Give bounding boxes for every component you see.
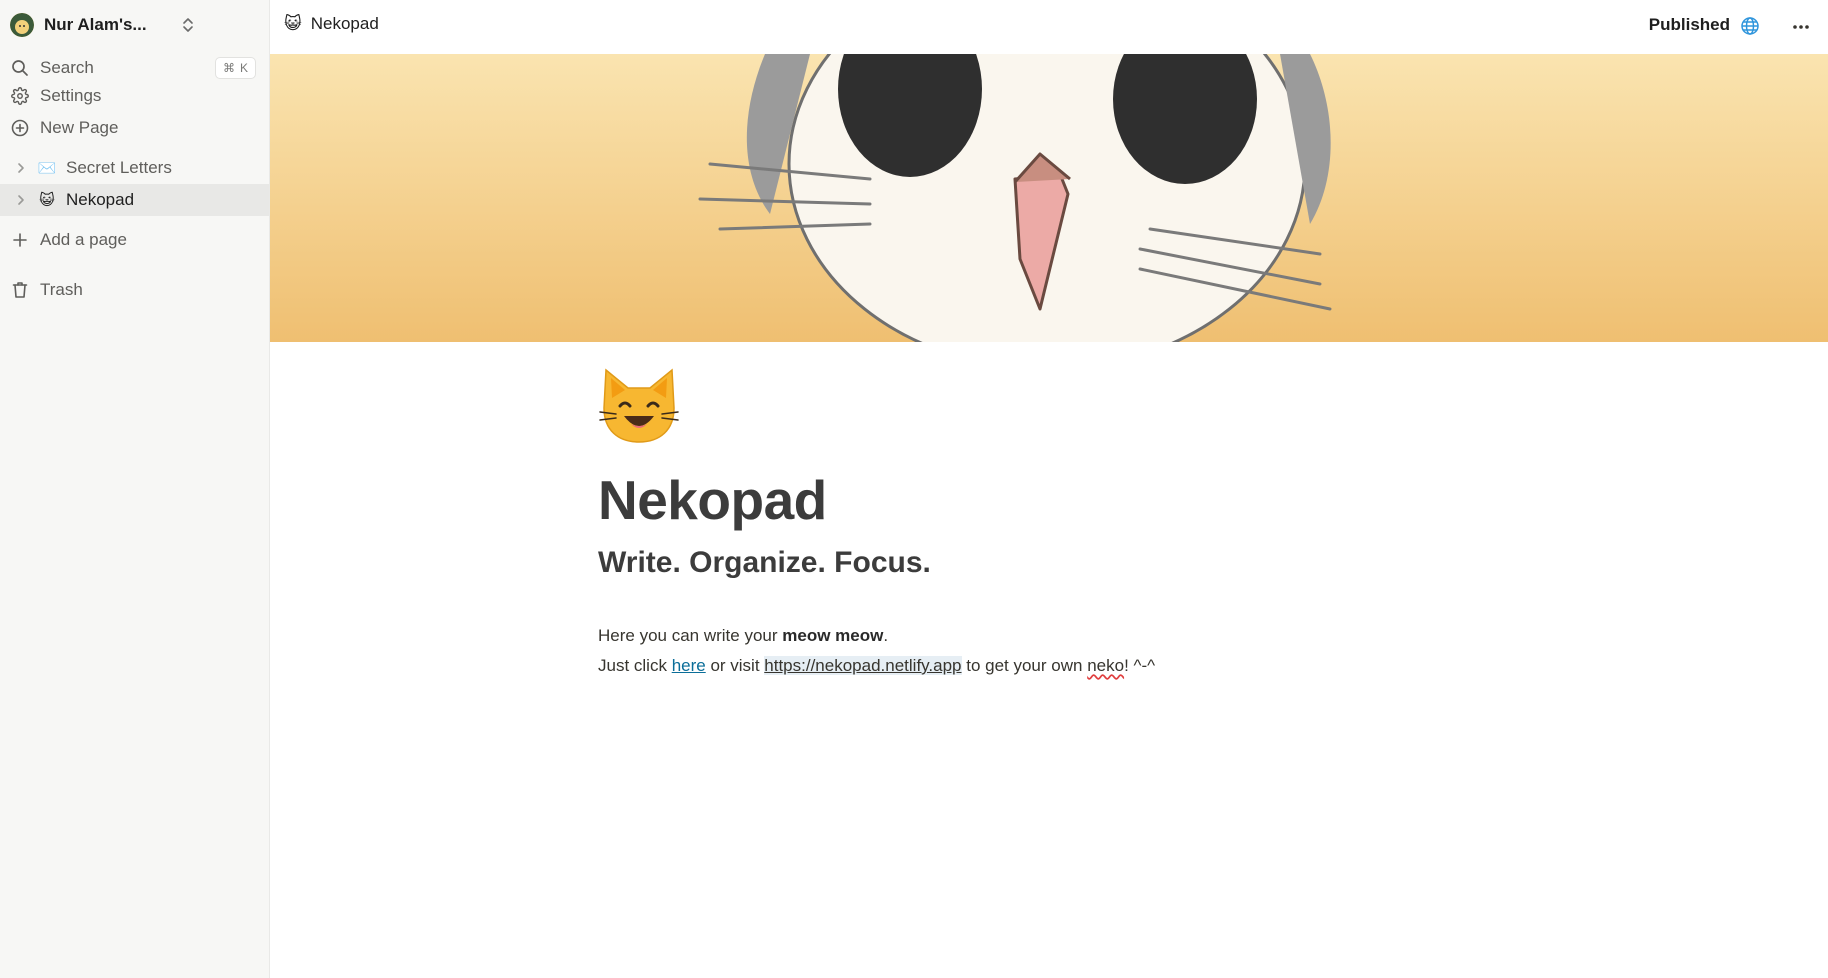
sidebar-item-secret-letters[interactable]: ✉️ Secret Letters	[0, 152, 269, 184]
page-title[interactable]: Nekopad	[598, 468, 827, 532]
workspace-avatar	[10, 13, 34, 37]
misspelled-word: neko	[1087, 656, 1125, 675]
trash-icon	[10, 280, 30, 300]
sidebar: Nur Alam's... Search ⌘ K Settings New Pa…	[0, 0, 270, 978]
more-horizontal-icon[interactable]	[1788, 14, 1814, 40]
search-label: Search	[40, 58, 94, 77]
published-button[interactable]: Published	[1649, 15, 1730, 35]
search-shortcut-key: K	[239, 61, 248, 75]
trash-label: Trash	[40, 280, 83, 299]
globe-icon[interactable]	[1740, 16, 1760, 36]
cat-face-icon	[599, 368, 679, 443]
chevron-right-icon[interactable]	[12, 162, 30, 174]
workspace-name: Nur Alam's...	[44, 15, 147, 34]
text-segment: to get your own	[961, 656, 1088, 675]
page-icon[interactable]	[598, 364, 680, 444]
search-icon	[10, 58, 30, 78]
text-segment: .	[883, 626, 889, 645]
paragraph-line-1[interactable]: Here you can write your meow meow.	[598, 626, 888, 646]
add-page-button[interactable]: Add a page	[10, 226, 260, 254]
top-bar: 😺 Nekopad Published	[270, 0, 1828, 54]
text-segment: Here you can write your	[598, 626, 783, 645]
search-shortcut: ⌘ K	[214, 57, 256, 79]
breadcrumb-label: Nekopad	[310, 14, 379, 33]
paragraph-line-2[interactable]: Just click here or visit https://nekopad…	[598, 656, 1155, 676]
text-segment: Just click	[598, 656, 672, 675]
settings-button[interactable]: Settings	[10, 82, 260, 110]
add-page-label: Add a page	[40, 230, 127, 249]
plus-icon	[10, 230, 30, 250]
text-segment: ! ^-^	[1124, 656, 1156, 675]
sidebar-item-label: Nekopad	[66, 190, 135, 209]
chevron-right-icon[interactable]	[12, 194, 30, 206]
new-page-label: New Page	[40, 118, 119, 137]
gear-icon	[10, 86, 30, 106]
cat-face-icon: 😺	[284, 14, 302, 33]
settings-label: Settings	[40, 86, 102, 105]
workspace-switcher[interactable]: Nur Alam's...	[10, 10, 260, 40]
page-subtitle[interactable]: Write. Organize. Focus.	[598, 546, 931, 580]
command-key-icon: ⌘	[222, 61, 235, 75]
chevron-up-down-icon[interactable]	[176, 13, 200, 37]
text-segment: or visit	[705, 656, 765, 675]
here-link[interactable]: here	[672, 656, 706, 675]
cover-image[interactable]	[270, 54, 1828, 342]
new-page-button[interactable]: New Page	[10, 114, 260, 142]
envelope-icon: ✉️	[37, 160, 57, 177]
sidebar-item-label: Secret Letters	[66, 158, 172, 177]
cover-cat-illustration	[270, 54, 1828, 342]
plus-circle-icon	[10, 118, 30, 138]
trash-button[interactable]: Trash	[10, 276, 260, 304]
breadcrumb[interactable]: 😺 Nekopad	[284, 14, 379, 34]
search-button[interactable]: Search ⌘ K	[10, 54, 260, 82]
sidebar-item-nekopad[interactable]: 😺 Nekopad	[0, 184, 269, 216]
nekopad-url-link[interactable]: https://nekopad.netlify.app	[764, 656, 962, 675]
cat-face-icon: 😺	[39, 192, 55, 209]
bold-text: meow meow	[782, 626, 884, 645]
